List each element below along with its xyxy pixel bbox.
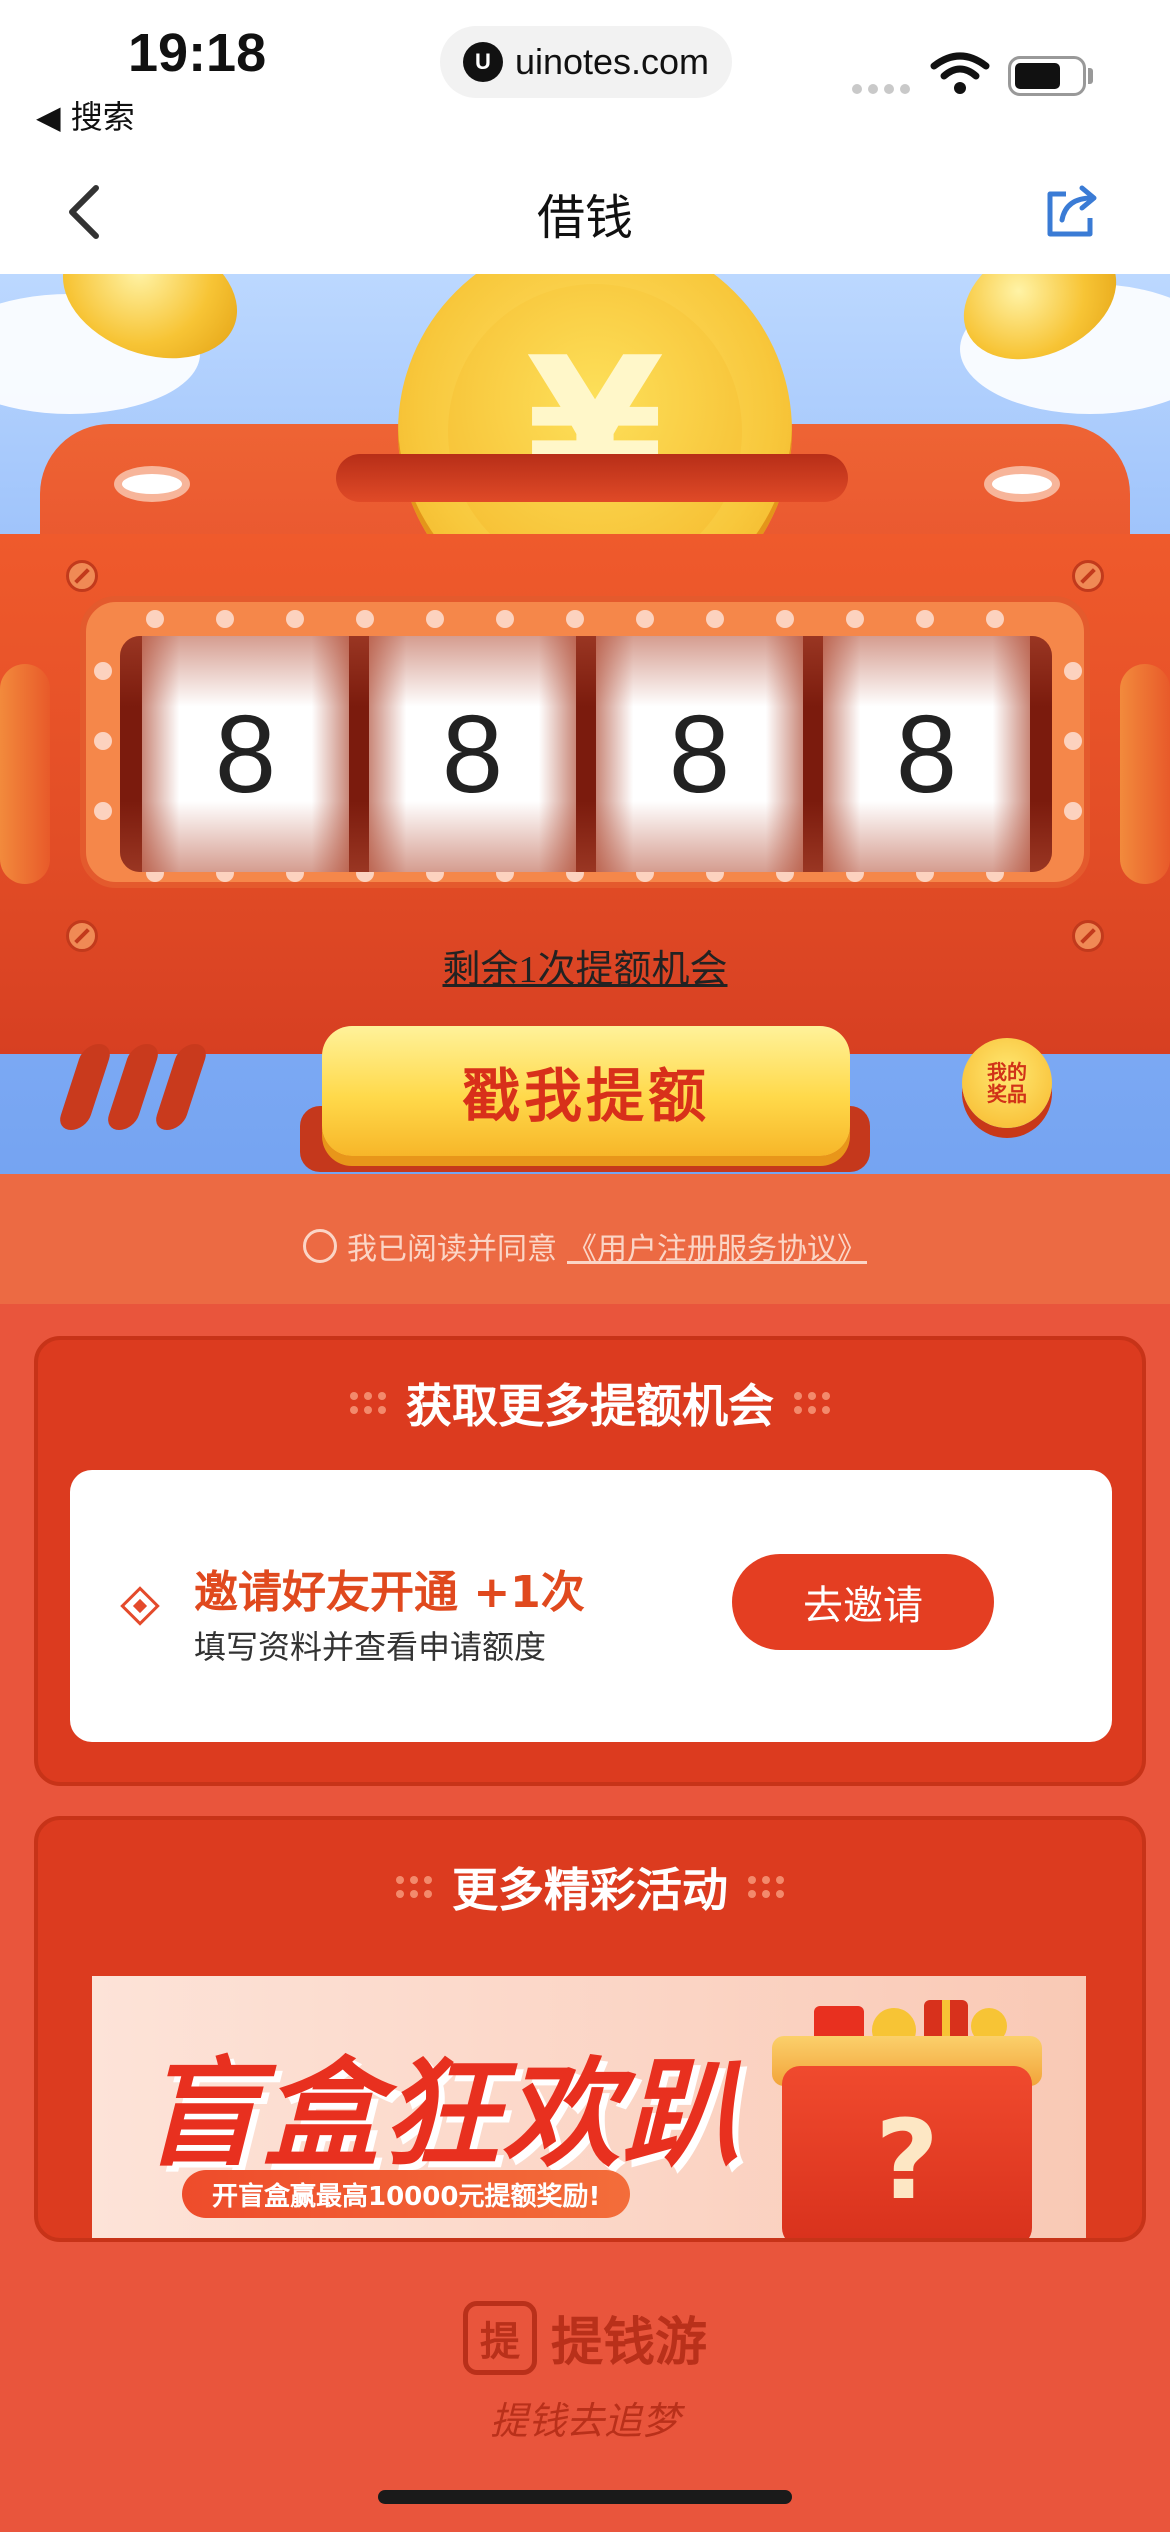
agreement-link[interactable]: 《用户注册服务协议》	[567, 1224, 867, 1268]
radio-circle-icon[interactable]	[303, 1229, 337, 1263]
footer-brand: 提 提钱游	[0, 2300, 1170, 2375]
invite-button[interactable]: 去邀请	[732, 1554, 994, 1650]
slash-decoration	[56, 1044, 210, 1130]
reel-digit: 8	[823, 636, 1030, 872]
screw-icon	[1072, 560, 1104, 592]
coin-slot	[336, 454, 848, 502]
activities-title: 更多精彩活动	[452, 1863, 728, 1917]
brand-logo-icon: 提	[462, 2300, 537, 2375]
remaining-chances-text: 剩余1次提额机会	[442, 949, 728, 991]
dots-decoration	[794, 1392, 830, 1414]
url-text: uinotes.com	[514, 41, 710, 82]
dots-decoration	[350, 1392, 386, 1414]
share-icon[interactable]	[1040, 180, 1104, 244]
brand-name: 提钱游	[550, 2313, 707, 2373]
side-knob	[0, 664, 50, 884]
slot-machine-hero: ¥ 8 8 8 8 剩余1次提额机会 戳我提额 我的 奖品 我已阅读并同意 《用…	[0, 274, 1170, 1304]
reel-digit: 8	[596, 636, 803, 872]
dots-decoration	[748, 1876, 784, 1898]
more-chances-title: 获取更多提额机会	[406, 1379, 774, 1433]
dots-decoration	[396, 1876, 432, 1898]
side-knob	[1120, 664, 1170, 884]
more-chances-card: 获取更多提额机会 邀请好友开通 +1次 填写资料并查看申请额度 去邀请	[34, 1336, 1146, 1786]
nav-bar: 借钱	[0, 150, 1170, 274]
my-prizes-line2: 奖品	[987, 1082, 1027, 1106]
site-logo-icon: U	[462, 42, 503, 82]
my-prizes-line1: 我的	[987, 1060, 1027, 1084]
task-title: 邀请好友开通 +1次	[194, 1567, 585, 1618]
gift-box-icon: ?	[782, 2066, 1032, 2238]
agreement-prefix: 我已阅读并同意	[347, 1232, 557, 1267]
lamp-decoration	[992, 474, 1052, 494]
slot-reels: 8 8 8 8	[120, 636, 1052, 872]
agreement-row: 我已阅读并同意 《用户注册服务协议》	[0, 1224, 1170, 1268]
home-indicator[interactable]	[378, 2490, 792, 2504]
more-chances-title-row: 获取更多提额机会	[38, 1370, 1142, 1436]
activities-title-row: 更多精彩活动	[38, 1854, 1142, 1920]
invite-task-card: 邀请好友开通 +1次 填写资料并查看申请额度 去邀请	[70, 1470, 1112, 1742]
signal-icon	[852, 84, 910, 94]
raise-limit-button[interactable]: 戳我提额	[322, 1026, 850, 1156]
reel-digit: 8	[142, 636, 349, 872]
blind-box-banner[interactable]: 盲盒狂欢趴 开盲盒赢最高10000元提额奖励! ?	[92, 1976, 1086, 2238]
url-pill[interactable]: U uinotes.com	[440, 26, 732, 98]
screw-icon	[66, 560, 98, 592]
banner-subtitle: 开盲盒赢最高10000元提额奖励!	[182, 2170, 631, 2218]
diamond-icon	[120, 1586, 160, 1626]
page-title: 借钱	[536, 190, 633, 246]
wifi-icon	[930, 52, 990, 94]
banner-title: 盲盒狂欢趴	[142, 2045, 743, 2183]
my-prizes-button[interactable]: 我的 奖品	[962, 1038, 1052, 1128]
lamp-decoration	[122, 474, 182, 494]
task-subtitle: 填写资料并查看申请额度	[194, 1628, 547, 1666]
battery-cap	[1088, 68, 1093, 84]
back-to-app-link[interactable]: ◀ 搜索	[36, 92, 135, 138]
brand-slogan: 提钱去追梦	[489, 2399, 680, 2443]
status-time: 19:18	[128, 23, 267, 83]
battery-icon	[1008, 56, 1086, 96]
status-bar: 19:18 ◀ 搜索 U uinotes.com	[0, 0, 1170, 150]
activities-card: 更多精彩活动 盲盒狂欢趴 开盲盒赢最高10000元提额奖励! ?	[34, 1816, 1146, 2242]
reel-digit: 8	[369, 636, 576, 872]
